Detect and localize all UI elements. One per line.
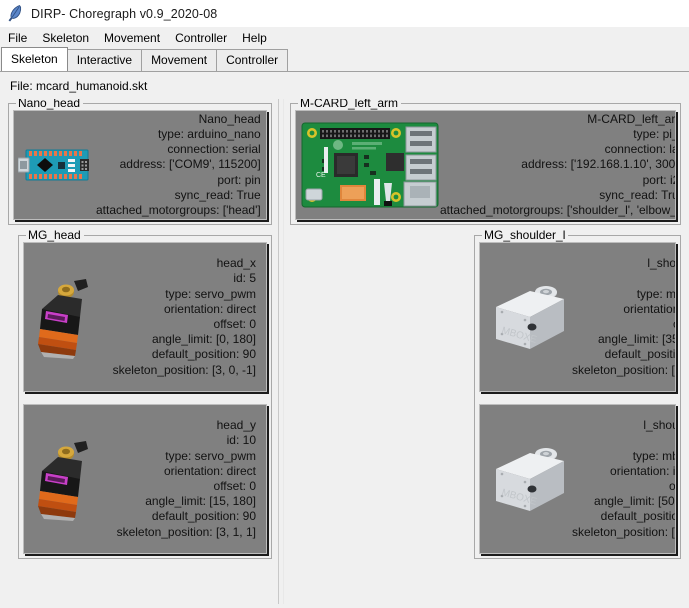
groupbox-mg-shoulder-l: MG_shoulder_l MBOXE l_sho type: m orient… xyxy=(474,228,681,559)
groupbox-label-mcard-left-arm: M-CARD_left_arm xyxy=(298,99,402,110)
field-skeleton-position: skeleton_position: [3, 0, -1] xyxy=(112,362,256,377)
field-default-position: default_position: 90 xyxy=(151,347,256,362)
motor-fields-l-shoulder-y: l_shoulder_y id: 20 type: mboxe_a orient… xyxy=(572,256,676,378)
field-skeleton-position: skeleton_position: [3, 1, 1] xyxy=(116,524,256,539)
groupbox-nano-head: Nano_head Nano_head type: arduino_nano c… xyxy=(8,99,272,225)
application-window: DIRP- Choregraph v0.9_2020-08 File Skele… xyxy=(0,0,689,608)
device-card-mcard-left-arm[interactable]: CE M-CARD_left_arm type: pi_3 connection… xyxy=(295,110,676,220)
field-orientation: orientation: indirect xyxy=(610,463,676,478)
mbox-actuator-image: MBOXE xyxy=(484,439,572,519)
field-default-position: default_position: 90 xyxy=(151,509,256,524)
motor-fields-head-y: head_y id: 10 type: servo_pwm orientatio… xyxy=(102,418,260,540)
tab-skeleton[interactable]: Skeleton xyxy=(1,47,68,71)
field-type: type: servo_pwm xyxy=(165,286,256,301)
field-name: head_y xyxy=(216,418,256,433)
field-angle-limit: angle_limit: [500, 750] xyxy=(594,494,675,509)
window-titlebar: DIRP- Choregraph v0.9_2020-08 xyxy=(0,0,689,27)
field-name: M-CARD_left_arm xyxy=(587,111,676,126)
groupbox-label-nano-head: Nano_head xyxy=(16,99,84,110)
svg-text:CE: CE xyxy=(316,172,326,179)
device-fields-mcard-left-arm: M-CARD_left_arm type: pi_3 connection: l… xyxy=(440,111,676,218)
field-attached-motorgroups: attached_motorgroups: ['shoulder_l', 'el… xyxy=(440,203,676,218)
groupbox-label-mg-head: MG_head xyxy=(26,228,84,242)
field-type: type: pi_3 xyxy=(633,127,675,141)
field-id: id: 10 xyxy=(226,433,256,448)
right-column-spacer xyxy=(284,563,687,604)
field-offset: offset: 0 xyxy=(668,479,676,493)
motor-fields-head-x: head_x id: 5 type: servo_pwm orientation… xyxy=(102,256,260,378)
field-address: address: ['COM9', 115200] xyxy=(119,157,261,172)
device-fields-nano-head: Nano_head type: arduino_nano connection:… xyxy=(96,112,265,218)
field-orientation: orientation: direct xyxy=(163,301,256,316)
groupbox-label-mg-shoulder-l: MG_shoulder_l xyxy=(482,228,569,242)
field-address: address: ['192.168.1.10', 3000] xyxy=(521,157,676,172)
right-column: M-CARD_left_arm CE M-CARD_left_arm type:… xyxy=(284,99,687,604)
menubar: File Skeleton Movement Controller Help xyxy=(0,27,689,48)
field-type: type: mboxe_a xyxy=(636,286,676,301)
tab-movement[interactable]: Movement xyxy=(141,49,218,71)
field-id: id: 5 xyxy=(233,271,256,286)
field-orientation: orientation: direct xyxy=(163,463,256,478)
field-connection: connection: serial xyxy=(167,142,261,157)
menu-item-file[interactable]: File xyxy=(8,29,36,47)
arduino-nano-board-image xyxy=(18,147,96,183)
window-title: DIRP- Choregraph v0.9_2020-08 xyxy=(31,6,218,21)
groupbox-mcard-left-arm: M-CARD_left_arm CE M-CARD_left_arm type:… xyxy=(290,99,681,225)
field-type: type: mboxe_b xyxy=(632,448,675,463)
field-name: l_shoulder_y xyxy=(647,256,676,271)
left-column-spacer xyxy=(2,563,278,604)
device-card-nano-head[interactable]: Nano_head type: arduino_nano connection:… xyxy=(13,110,267,220)
menu-item-skeleton[interactable]: Skeleton xyxy=(42,29,98,47)
tab-controller[interactable]: Controller xyxy=(216,49,289,71)
field-connection: connection: lan xyxy=(604,142,675,157)
field-port: port: i2c xyxy=(642,172,675,187)
tab-interactive[interactable]: Interactive xyxy=(66,49,143,71)
field-type: type: arduino_nano xyxy=(157,127,261,141)
servo-motor-image xyxy=(28,435,102,523)
skeleton-columns: Nano_head Nano_head type: arduino_nano c… xyxy=(0,99,689,608)
motor-card-l-shoulder-y[interactable]: MBOXE l_shoulder_y id: 20 type: mboxe_a … xyxy=(479,242,676,392)
field-name: Nano_head xyxy=(198,111,261,126)
field-name: head_x xyxy=(216,256,256,271)
groupbox-mg-head: MG_head head_x id: 5 type: servo_pwm ori… xyxy=(18,228,272,559)
field-default-position: default_position: 625 xyxy=(600,509,675,524)
field-angle-limit: angle_limit: [0, 180] xyxy=(151,332,256,347)
field-default-position: default_position: 550 xyxy=(604,347,676,362)
field-angle-limit: angle_limit: [15, 180] xyxy=(145,494,256,509)
field-skeleton-position: skeleton_position: [4, 2, -1] xyxy=(572,362,675,377)
motor-card-head-x[interactable]: head_x id: 5 type: servo_pwm orientation… xyxy=(23,242,267,392)
field-offset: offset: 0 xyxy=(673,317,675,332)
motor-fields-l-shoulder-x: l_shoulder_x id: 21 type: mboxe_b orient… xyxy=(572,418,676,540)
field-sync-read: sync_read: True xyxy=(174,187,261,202)
motor-card-l-shoulder-x[interactable]: MBOXE l_shoulder_x id: 21 type: mboxe_b … xyxy=(479,404,676,554)
field-type: type: servo_pwm xyxy=(165,448,256,463)
menu-item-help[interactable]: Help xyxy=(242,29,276,47)
field-attached-motorgroups: attached_motorgroups: ['head'] xyxy=(96,203,261,218)
feather-icon xyxy=(8,4,22,22)
field-name: l_shoulder_x xyxy=(643,418,676,433)
file-label: File: mcard_humanoid.skt xyxy=(10,79,148,93)
field-skeleton-position: skeleton_position: [5, 2, 1] xyxy=(572,524,675,539)
field-port: port: pin xyxy=(217,172,261,187)
field-offset: offset: 0 xyxy=(213,479,256,493)
mbox-actuator-image: MBOXE xyxy=(484,277,572,357)
menu-item-controller[interactable]: Controller xyxy=(175,29,236,47)
tabstrip: Skeleton Interactive Movement Controller xyxy=(0,47,689,71)
menu-item-movement[interactable]: Movement xyxy=(104,29,169,47)
field-angle-limit: angle_limit: [350, 750] xyxy=(598,332,675,347)
skeleton-tab-page: File: mcard_humanoid.skt Nano_head Nano_… xyxy=(0,71,689,608)
left-column: Nano_head Nano_head type: arduino_nano c… xyxy=(2,99,278,604)
field-sync-read: sync_read: True xyxy=(599,187,675,202)
field-orientation: orientation: direct xyxy=(623,301,675,316)
raspberry-pi-board-image: CE xyxy=(300,119,440,211)
motor-card-head-y[interactable]: head_y id: 10 type: servo_pwm orientatio… xyxy=(23,404,267,554)
field-offset: offset: 0 xyxy=(213,317,256,331)
servo-motor-image xyxy=(28,273,102,361)
